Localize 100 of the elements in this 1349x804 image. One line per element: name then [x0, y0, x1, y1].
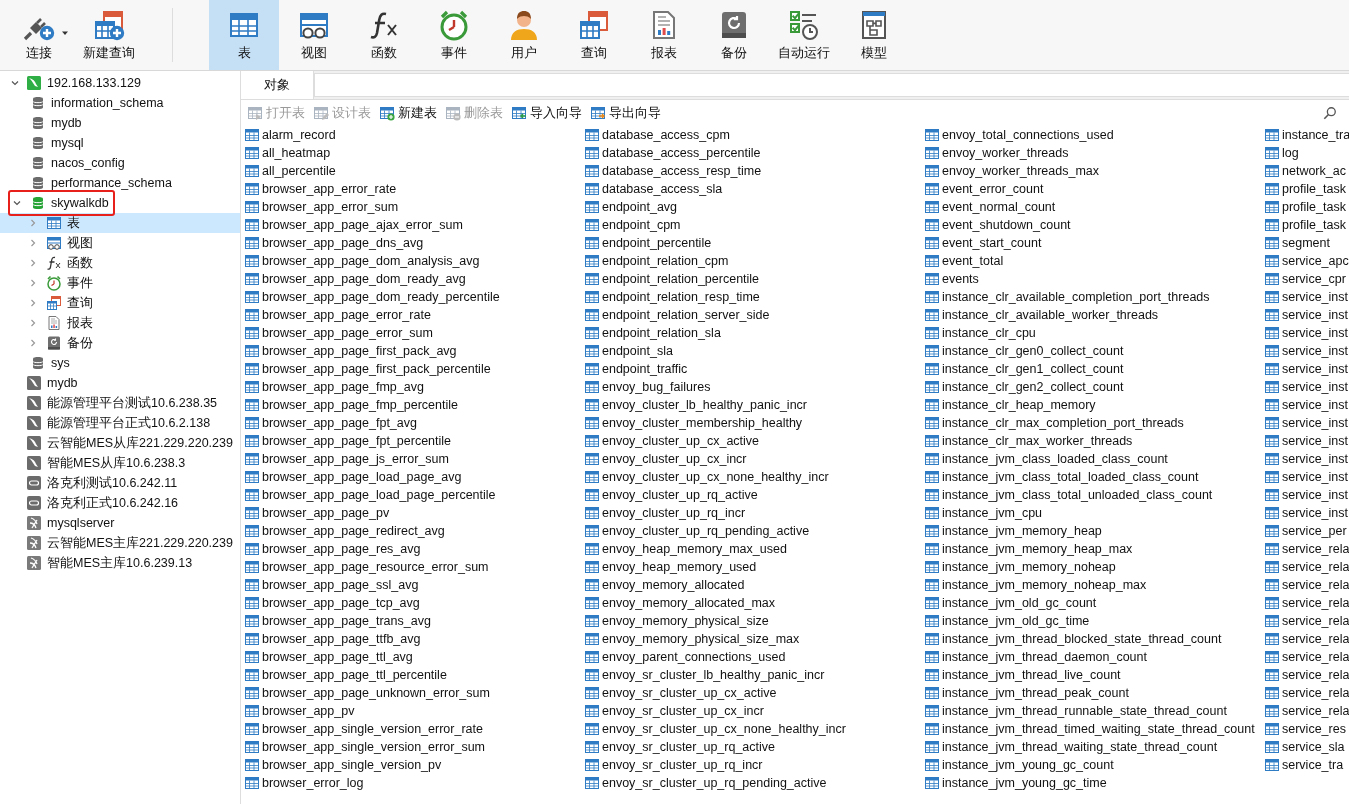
- table-item[interactable]: endpoint_cpm: [584, 216, 924, 234]
- toolbar-button[interactable]: 函数: [349, 0, 419, 70]
- table-item[interactable]: browser_app_page_tcp_avg: [244, 594, 584, 612]
- table-item[interactable]: envoy_sr_cluster_up_rq_incr: [584, 756, 924, 774]
- tree-item[interactable]: 洛克利测试10.6.242.11: [0, 473, 240, 493]
- table-item[interactable]: instance_jvm_thread_waiting_state_thread_count: [924, 738, 1264, 756]
- table-item[interactable]: endpoint_relation_percentile: [584, 270, 924, 288]
- table-item[interactable]: instance_clr_heap_memory: [924, 396, 1264, 414]
- table-item[interactable]: envoy_sr_cluster_up_cx_none_healthy_incr: [584, 720, 924, 738]
- table-item[interactable]: envoy_memory_physical_size: [584, 612, 924, 630]
- table-item[interactable]: service_rela: [1264, 630, 1349, 648]
- table-item[interactable]: browser_app_page_first_pack_percentile: [244, 360, 584, 378]
- table-item[interactable]: browser_app_page_redirect_avg: [244, 522, 584, 540]
- toolbar-button[interactable]: 自动运行: [769, 0, 839, 70]
- table-item[interactable]: instance_jvm_class_total_loaded_class_count: [924, 468, 1264, 486]
- table-item[interactable]: instance_clr_gen2_collect_count: [924, 378, 1264, 396]
- table-item[interactable]: browser_app_page_trans_avg: [244, 612, 584, 630]
- chevron-icon[interactable]: [29, 299, 37, 307]
- table-item[interactable]: envoy_worker_threads: [924, 144, 1264, 162]
- table-item[interactable]: envoy_cluster_up_rq_active: [584, 486, 924, 504]
- toolbar-button[interactable]: 模型: [839, 0, 909, 70]
- table-item[interactable]: browser_app_single_version_error_sum: [244, 738, 584, 756]
- table-item[interactable]: envoy_cluster_membership_healthy: [584, 414, 924, 432]
- table-item[interactable]: profile_task: [1264, 180, 1349, 198]
- table-item[interactable]: log: [1264, 144, 1349, 162]
- table-item[interactable]: endpoint_avg: [584, 198, 924, 216]
- table-item[interactable]: instance_jvm_old_gc_time: [924, 612, 1264, 630]
- tree-item[interactable]: mysql: [0, 133, 240, 153]
- table-item[interactable]: service_inst: [1264, 360, 1349, 378]
- search-icon[interactable]: [1323, 106, 1337, 120]
- table-item[interactable]: browser_app_page_fpt_percentile: [244, 432, 584, 450]
- toolbar-button[interactable]: 导出向导: [588, 104, 663, 122]
- tree-item[interactable]: 报表: [0, 313, 240, 333]
- table-item[interactable]: instance_clr_available_worker_threads: [924, 306, 1264, 324]
- table-item[interactable]: service_inst: [1264, 432, 1349, 450]
- table-item[interactable]: endpoint_relation_cpm: [584, 252, 924, 270]
- table-item[interactable]: envoy_sr_cluster_lb_healthy_panic_incr: [584, 666, 924, 684]
- table-item[interactable]: envoy_memory_physical_size_max: [584, 630, 924, 648]
- table-item[interactable]: envoy_bug_failures: [584, 378, 924, 396]
- table-item[interactable]: service_rela: [1264, 558, 1349, 576]
- table-item[interactable]: browser_app_page_fmp_avg: [244, 378, 584, 396]
- table-item[interactable]: browser_app_page_pv: [244, 504, 584, 522]
- table-item[interactable]: browser_app_page_js_error_sum: [244, 450, 584, 468]
- table-item[interactable]: instance_jvm_thread_runnable_state_thread_count: [924, 702, 1264, 720]
- table-item[interactable]: instance_jvm_memory_heap: [924, 522, 1264, 540]
- table-item[interactable]: instance_jvm_young_gc_count: [924, 756, 1264, 774]
- table-item[interactable]: endpoint_sla: [584, 342, 924, 360]
- table-item[interactable]: endpoint_relation_resp_time: [584, 288, 924, 306]
- table-item[interactable]: all_heatmap: [244, 144, 584, 162]
- table-item[interactable]: endpoint_percentile: [584, 234, 924, 252]
- table-item[interactable]: instance_jvm_memory_noheap: [924, 558, 1264, 576]
- table-item[interactable]: service_inst: [1264, 306, 1349, 324]
- tree-item[interactable]: skywalkdb: [0, 193, 240, 213]
- table-item[interactable]: event_start_count: [924, 234, 1264, 252]
- table-item[interactable]: service_cpr: [1264, 270, 1349, 288]
- table-item[interactable]: service_inst: [1264, 288, 1349, 306]
- table-item[interactable]: envoy_cluster_up_rq_pending_active: [584, 522, 924, 540]
- table-item[interactable]: instance_jvm_old_gc_count: [924, 594, 1264, 612]
- chevron-icon[interactable]: [29, 239, 37, 247]
- table-item[interactable]: endpoint_relation_server_side: [584, 306, 924, 324]
- table-item[interactable]: instance_jvm_young_gc_time: [924, 774, 1264, 792]
- table-item[interactable]: service_rela: [1264, 666, 1349, 684]
- tree-item[interactable]: 云智能MES主库221.229.220.239: [0, 533, 240, 553]
- table-item[interactable]: instance_clr_gen1_collect_count: [924, 360, 1264, 378]
- table-item[interactable]: envoy_sr_cluster_up_rq_pending_active: [584, 774, 924, 792]
- table-item[interactable]: envoy_worker_threads_max: [924, 162, 1264, 180]
- table-item[interactable]: envoy_heap_memory_max_used: [584, 540, 924, 558]
- table-item[interactable]: envoy_cluster_up_rq_incr: [584, 504, 924, 522]
- table-item[interactable]: service_inst: [1264, 396, 1349, 414]
- tree-item[interactable]: 能源管理平台测试10.6.238.35: [0, 393, 240, 413]
- table-item[interactable]: service_inst: [1264, 414, 1349, 432]
- tree-item[interactable]: 智能MES从库10.6.238.3: [0, 453, 240, 473]
- table-item[interactable]: instance_jvm_thread_peak_count: [924, 684, 1264, 702]
- table-item[interactable]: browser_app_page_dns_avg: [244, 234, 584, 252]
- table-item[interactable]: service_inst: [1264, 504, 1349, 522]
- table-item[interactable]: instance_clr_max_worker_threads: [924, 432, 1264, 450]
- table-item[interactable]: service_inst: [1264, 450, 1349, 468]
- tree-item[interactable]: 能源管理平台正式10.6.2.138: [0, 413, 240, 433]
- table-item[interactable]: browser_app_page_ttfb_avg: [244, 630, 584, 648]
- table-item[interactable]: alarm_record: [244, 126, 584, 144]
- tree-item[interactable]: information_schema: [0, 93, 240, 113]
- table-item[interactable]: service_inst: [1264, 486, 1349, 504]
- table-item[interactable]: network_ac: [1264, 162, 1349, 180]
- toolbar-button[interactable]: 备份: [699, 0, 769, 70]
- table-item[interactable]: browser_app_page_error_rate: [244, 306, 584, 324]
- table-item[interactable]: instance_jvm_memory_heap_max: [924, 540, 1264, 558]
- table-item[interactable]: instance_clr_cpu: [924, 324, 1264, 342]
- table-item[interactable]: envoy_sr_cluster_up_cx_incr: [584, 702, 924, 720]
- table-item[interactable]: service_inst: [1264, 342, 1349, 360]
- table-item[interactable]: event_normal_count: [924, 198, 1264, 216]
- table-item[interactable]: browser_app_page_first_pack_avg: [244, 342, 584, 360]
- tree-item[interactable]: 事件: [0, 273, 240, 293]
- table-item[interactable]: envoy_cluster_lb_healthy_panic_incr: [584, 396, 924, 414]
- table-item[interactable]: instance_jvm_memory_noheap_max: [924, 576, 1264, 594]
- tree-item[interactable]: 表: [0, 213, 240, 233]
- table-item[interactable]: service_rela: [1264, 594, 1349, 612]
- table-item[interactable]: instance_jvm_cpu: [924, 504, 1264, 522]
- table-item[interactable]: browser_app_pv: [244, 702, 584, 720]
- table-item[interactable]: instance_clr_max_completion_port_threads: [924, 414, 1264, 432]
- table-item[interactable]: browser_app_page_fmp_percentile: [244, 396, 584, 414]
